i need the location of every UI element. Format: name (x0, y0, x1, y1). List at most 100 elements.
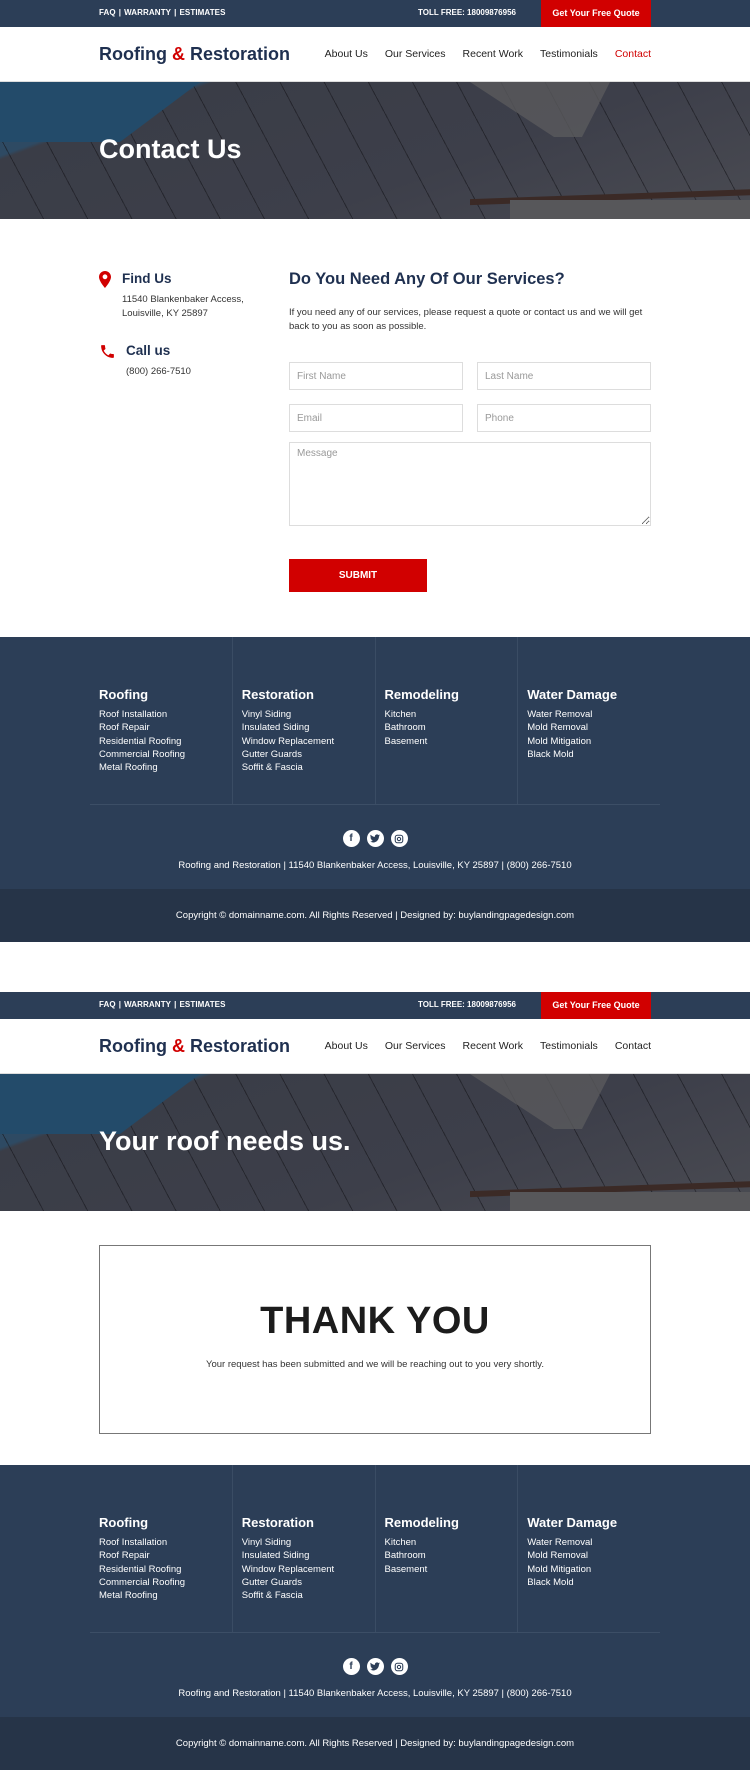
footer-link[interactable]: Mold Removal (527, 1549, 660, 1562)
hero-sky (0, 82, 200, 142)
footer-link[interactable]: Gutter Guards (242, 1576, 375, 1589)
nav-recent-work[interactable]: Recent Work (463, 1040, 524, 1052)
estimates-link[interactable]: ESTIMATES (179, 8, 225, 17)
footer-link[interactable]: Residential Roofing (99, 735, 232, 748)
top-bar: FAQ | WARRANTY | ESTIMATES TOLL FREE: 180098… (0, 992, 750, 1019)
footer-link[interactable]: Vinyl Siding (242, 708, 375, 721)
form-title: Do You Need Any Of Our Services? (289, 270, 565, 288)
email-input[interactable] (289, 404, 463, 432)
nav-our-services[interactable]: Our Services (385, 48, 446, 60)
footer-link[interactable]: Water Removal (527, 708, 660, 721)
toll-free: TOLL FREE: 18009876956 (418, 1000, 516, 1009)
footer-address: Roofing and Restoration | 11540 Blankenb… (178, 1688, 572, 1699)
footer-link[interactable]: Window Replacement (242, 1563, 375, 1576)
nav-contact[interactable]: Contact (615, 1040, 651, 1052)
warranty-link[interactable]: WARRANTY (124, 1000, 171, 1009)
free-quote-button[interactable]: Get Your Free Quote (541, 992, 651, 1019)
footer-link[interactable]: Gutter Guards (242, 748, 375, 761)
nav-our-services[interactable]: Our Services (385, 1040, 446, 1052)
footer-col-title: Restoration (241, 1515, 314, 1530)
footer-link[interactable]: Roof Installation (99, 708, 232, 721)
estimates-link[interactable]: ESTIMATES (179, 1000, 225, 1009)
footer-link[interactable]: Black Mold (527, 1576, 660, 1589)
twitter-icon[interactable] (366, 830, 384, 847)
footer-address: Roofing and Restoration | 11540 Blankenb… (178, 860, 572, 871)
footer-link[interactable]: Metal Roofing (99, 761, 232, 774)
footer-columns: Roofing Roof Installation Roof Repair Re… (90, 1465, 660, 1633)
free-quote-button[interactable]: Get Your Free Quote (541, 0, 651, 27)
thank-you-box: THANK YOU Your request has been submitte… (99, 1245, 651, 1434)
footer-link[interactable]: Soffit & Fascia (242, 1589, 375, 1602)
footer-link[interactable]: Basement (385, 735, 518, 748)
footer-col-title: Remodeling (384, 687, 459, 702)
footer-link[interactable]: Window Replacement (242, 735, 375, 748)
nav-about-us[interactable]: About Us (325, 1040, 368, 1052)
nav-testimonials[interactable]: Testimonials (540, 48, 598, 60)
submit-button[interactable]: SUBMIT (289, 559, 427, 592)
thank-you-message: Your request has been submitted and we w… (206, 1359, 544, 1370)
nav-about-us[interactable]: About Us (325, 48, 368, 60)
footer-link[interactable]: Roof Repair (99, 721, 232, 734)
footer-link[interactable]: Kitchen (385, 708, 518, 721)
footer-link[interactable]: Mold Mitigation (527, 1563, 660, 1576)
footer-col-remodeling: Remodeling Kitchen Bathroom Basement (376, 637, 519, 804)
facebook-icon[interactable]: f (342, 1658, 360, 1675)
footer-link[interactable]: Black Mold (527, 748, 660, 761)
contact-section: Find Us 11540 Blankenbaker Access, Louisv… (0, 219, 750, 637)
logo[interactable]: Roofing & Restoration (99, 1036, 290, 1057)
footer-col-restoration: Restoration Vinyl Siding Insulated Sidin… (233, 637, 376, 804)
footer-link[interactable]: Metal Roofing (99, 1589, 232, 1602)
footer-col-title: Water Damage (527, 1515, 618, 1530)
logo[interactable]: Roofing & Restoration (99, 44, 290, 65)
hero-sky (0, 1074, 200, 1134)
footer-col-title: Roofing (99, 687, 149, 702)
footer-link[interactable]: Soffit & Fascia (242, 761, 375, 774)
first-name-input[interactable] (289, 362, 463, 390)
footer-link[interactable]: Mold Mitigation (527, 735, 660, 748)
top-links: FAQ | WARRANTY | ESTIMATES (99, 8, 226, 17)
footer-link[interactable]: Insulated Siding (242, 721, 375, 734)
message-textarea[interactable] (289, 442, 651, 526)
nav-recent-work[interactable]: Recent Work (463, 48, 524, 60)
logo-word-2: Restoration (190, 1036, 291, 1056)
map-pin-icon (99, 271, 111, 293)
hero-gable (470, 1074, 610, 1129)
thank-you-section: THANK YOU Your request has been submitte… (0, 1211, 750, 1465)
hero-title: Your roof needs us. (99, 1126, 351, 1156)
footer-link[interactable]: Residential Roofing (99, 1563, 232, 1576)
instagram-icon[interactable] (390, 830, 408, 847)
footer-link[interactable]: Bathroom (385, 1549, 518, 1562)
footer-link[interactable]: Roof Repair (99, 1549, 232, 1562)
footer-link[interactable]: Commercial Roofing (99, 748, 232, 761)
footer-link[interactable]: Kitchen (385, 1536, 518, 1549)
footer-link[interactable]: Insulated Siding (242, 1549, 375, 1562)
find-us-title: Find Us (122, 271, 172, 286)
footer-link[interactable]: Bathroom (385, 721, 518, 734)
footer-col-remodeling: Remodeling Kitchen Bathroom Basement (376, 1465, 519, 1632)
last-name-input[interactable] (477, 362, 651, 390)
footer-link[interactable]: Roof Installation (99, 1536, 232, 1549)
footer-link[interactable]: Vinyl Siding (242, 1536, 375, 1549)
footer: Roofing Roof Installation Roof Repair Re… (0, 1465, 750, 1770)
toll-free: TOLL FREE: 18009876956 (418, 8, 516, 17)
find-us-block: Find Us 11540 Blankenbaker Access, Louisv… (99, 271, 244, 321)
thank-you-page: FAQ | WARRANTY | ESTIMATES TOLL FREE: 180098… (0, 992, 750, 1770)
footer-link[interactable]: Mold Removal (527, 721, 660, 734)
footer-link[interactable]: Basement (385, 1563, 518, 1576)
footer-col-title: Water Damage (527, 687, 618, 702)
faq-link[interactable]: FAQ (99, 8, 116, 17)
instagram-icon[interactable] (390, 1658, 408, 1675)
nav-contact[interactable]: Contact (615, 48, 651, 60)
nav-testimonials[interactable]: Testimonials (540, 1040, 598, 1052)
facebook-icon[interactable]: f (342, 830, 360, 847)
address-line-2: Louisville, KY 25897 (122, 308, 208, 319)
warranty-link[interactable]: WARRANTY (124, 8, 171, 17)
twitter-icon[interactable] (366, 1658, 384, 1675)
call-us-phone[interactable]: (800) 266-7510 (126, 365, 191, 379)
main-nav: About Us Our Services Recent Work Testim… (325, 48, 651, 60)
faq-link[interactable]: FAQ (99, 1000, 116, 1009)
footer-link[interactable]: Water Removal (527, 1536, 660, 1549)
hero-fascia (510, 200, 750, 219)
phone-input[interactable] (477, 404, 651, 432)
footer-link[interactable]: Commercial Roofing (99, 1576, 232, 1589)
